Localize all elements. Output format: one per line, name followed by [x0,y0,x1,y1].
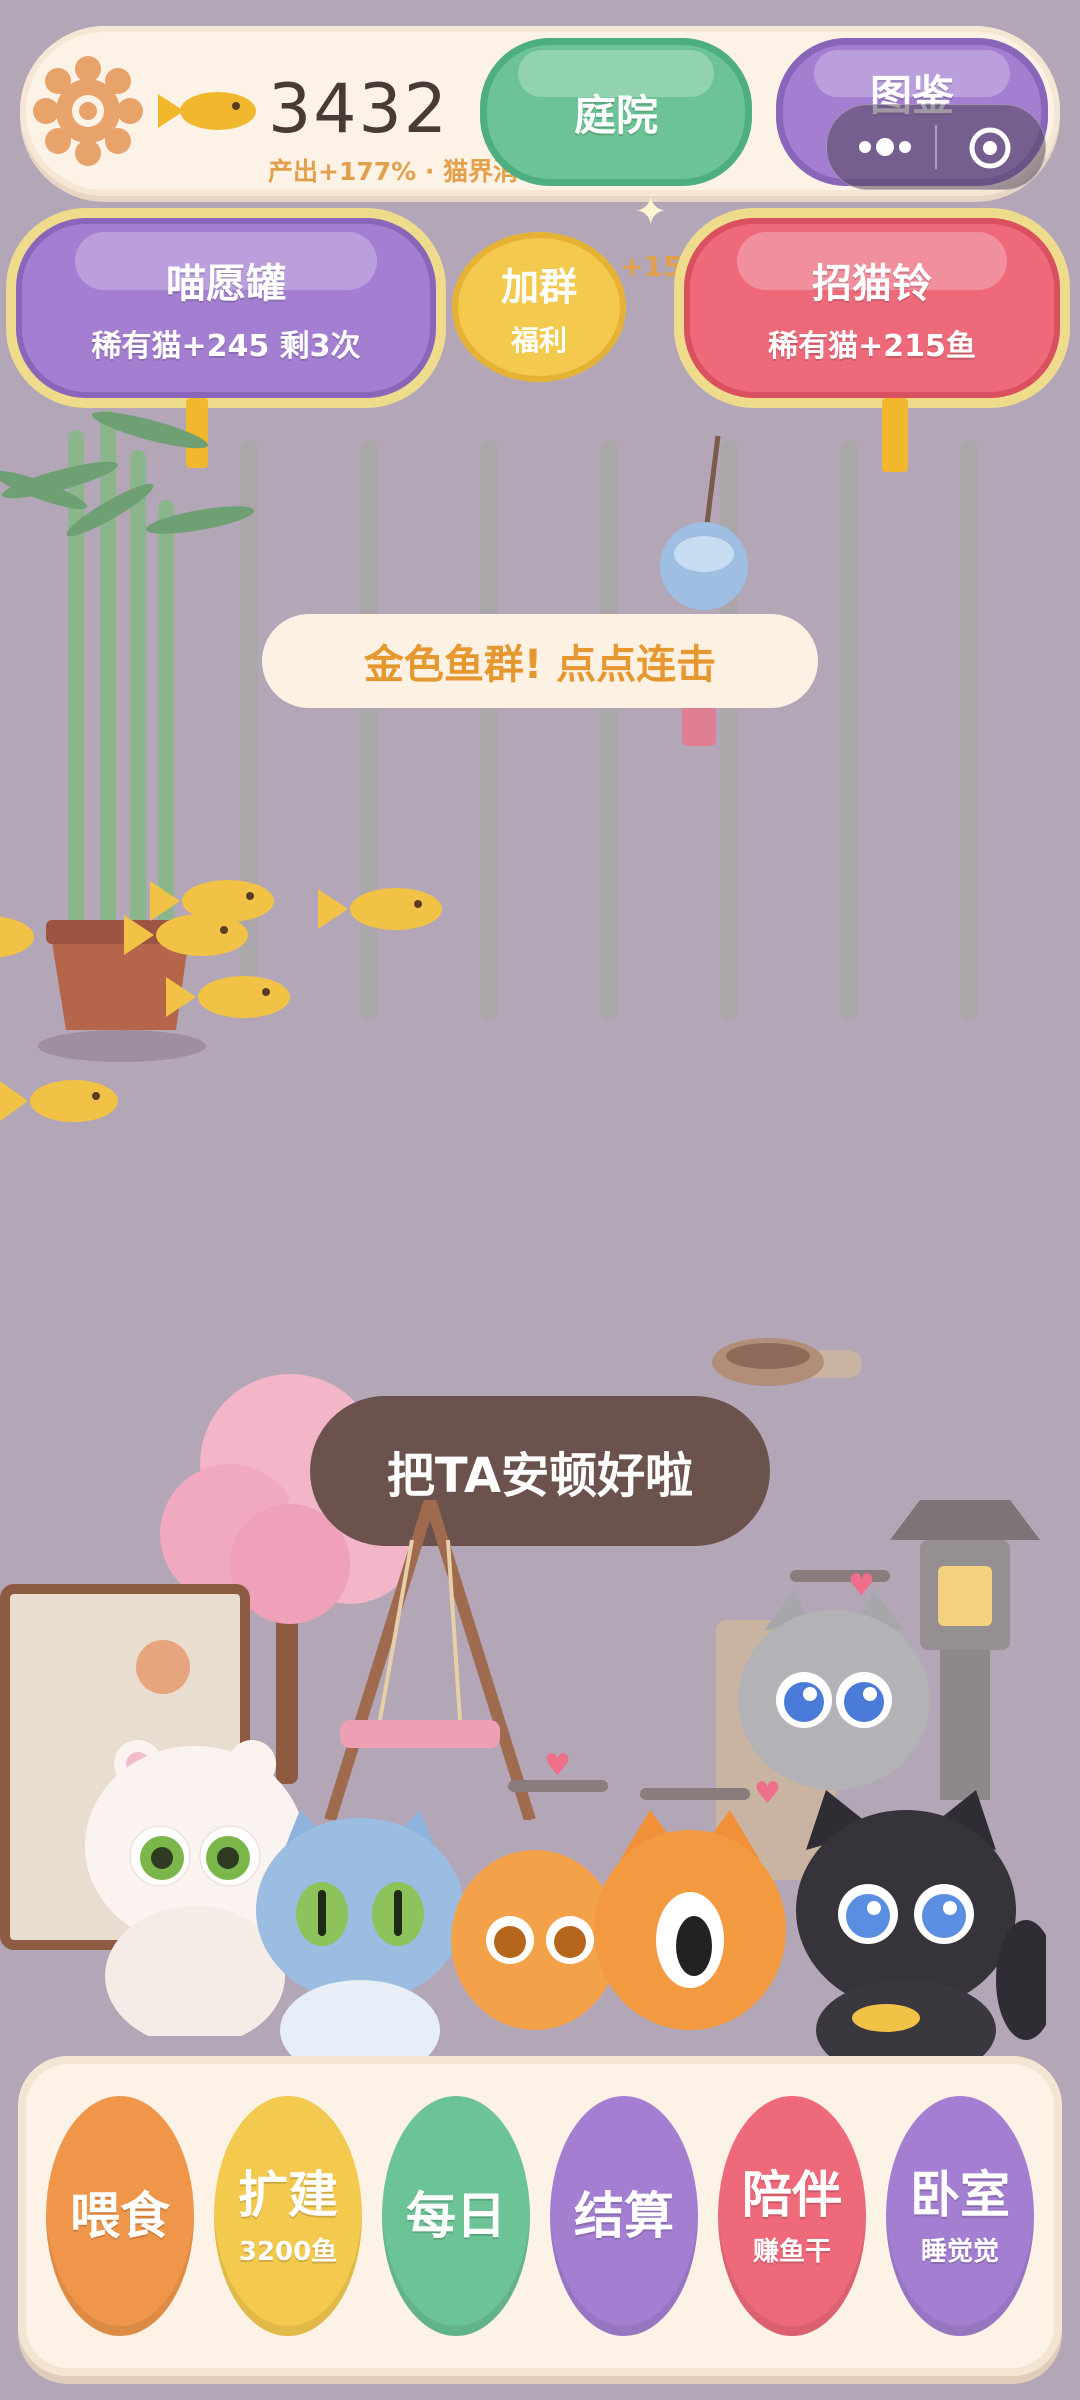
more-dots-icon[interactable] [851,127,921,167]
cat-bell-button[interactable]: 招猫铃 稀有猫+215鱼 [684,218,1060,398]
bedroom-button[interactable]: 卧室 睡觉觉 [886,2096,1034,2336]
cat-bell-title: 招猫铃 [812,261,932,307]
wish-jar-subtitle: 稀有猫+245 剩3次 [91,329,361,364]
golden-fish-icon[interactable] [0,912,34,962]
wind-chime [656,435,752,756]
sparkle-icon: ✦ [634,189,668,235]
golden-fish-icon[interactable] [166,972,290,1022]
heart-icon: ♥ [544,1748,571,1783]
courtyard-label: 庭院 [573,90,658,140]
capsule-divider [935,125,937,169]
grey-cat[interactable] [734,1590,934,1800]
fish-count: 3432 [268,70,450,149]
feed-label: 喂食 [70,2187,170,2245]
swing [300,1498,560,1822]
mini-program-capsule [826,104,1046,190]
wish-jar-title: 喵愿罐 [166,261,286,307]
daily-label: 每日 [406,2187,506,2245]
cat-status-bar [640,1788,750,1800]
group-subtitle: 福利 [510,323,567,357]
companion-button[interactable]: 陪伴 赚鱼干 [718,2096,866,2336]
cat-bell-subtitle: 稀有猫+215鱼 [768,329,976,364]
lantern-tassel-icon [882,398,908,472]
golden-fish-icon[interactable] [124,910,248,960]
fish-currency-icon [158,86,258,136]
settle-label: 结算 [574,2187,674,2245]
group-bonus-button[interactable]: 加群 福利 [452,232,626,382]
cat-status-bar [790,1570,890,1582]
settle-button[interactable]: 结算 [550,2096,698,2336]
orange-cat[interactable] [590,1810,790,2060]
golden-fish-icon[interactable] [318,884,442,934]
daily-button[interactable]: 每日 [382,2096,530,2336]
golden-fish-banner-text: 金色鱼群! 点点连击 [363,642,717,688]
wish-jar-button[interactable]: 喵愿罐 稀有猫+245 剩3次 [16,218,436,398]
bedroom-label: 卧室 [910,2165,1010,2224]
courtyard-button[interactable]: 庭院 [480,38,752,186]
bamboo-plant [0,390,260,1070]
bedroom-sub: 睡觉觉 [920,2236,999,2267]
companion-sub: 赚鱼干 [752,2236,831,2267]
sunset-circle [136,1640,190,1694]
target-close-icon[interactable] [967,125,1013,171]
settings-gear-icon[interactable] [32,55,144,167]
golden-fish-banner: 金色鱼群! 点点连击 [262,614,818,708]
expand-button[interactable]: 扩建 3200鱼 [214,2096,362,2336]
blue-cat[interactable] [250,1800,470,2080]
black-cat[interactable] [776,1790,1056,2080]
golden-fish-icon[interactable] [0,1076,120,1126]
food-bowl [712,1336,862,1394]
settle-cat-toast-text: 把TA安顿好啦 [386,1448,694,1504]
feed-button[interactable]: 喂食 [46,2096,194,2336]
companion-label: 陪伴 [742,2165,842,2224]
group-title: 加群 [500,264,577,309]
expand-cost: 3200鱼 [238,2236,338,2267]
heart-icon: ♥ [848,1568,875,1603]
expand-label: 扩建 [238,2165,338,2224]
